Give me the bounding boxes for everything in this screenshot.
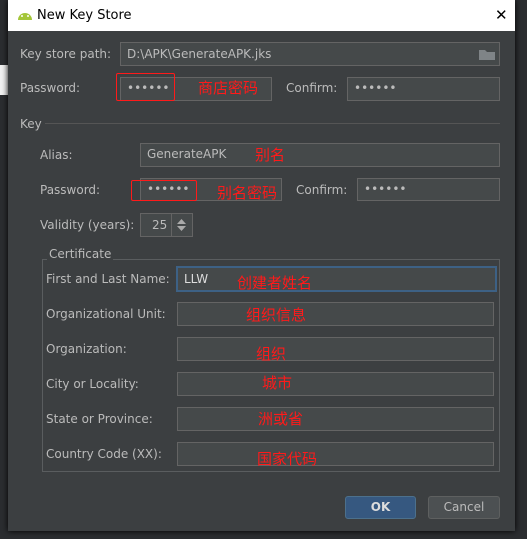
org-unit-label: Organizational Unit: <box>46 307 166 321</box>
country-code-label: Country Code (XX): <box>46 447 162 461</box>
keystore-path-field[interactable]: D:\APK\GenerateAPK.jks <box>120 42 500 66</box>
annotation-state: 洲或省 <box>258 410 304 428</box>
annotation-country: 国家代码 <box>257 450 318 468</box>
keystore-confirm-label: Confirm: <box>286 81 338 95</box>
city-field[interactable] <box>177 372 494 396</box>
annotation-org-unit: 组织信息 <box>246 306 307 324</box>
annotation-box <box>116 73 175 101</box>
keystore-confirm-field[interactable]: •••••• <box>347 77 500 101</box>
org-unit-field[interactable] <box>177 302 494 326</box>
annotation-box <box>131 180 197 201</box>
organization-label: Organization: <box>46 342 127 356</box>
country-code-field[interactable] <box>177 442 494 466</box>
city-label: City or Locality: <box>46 377 139 391</box>
ok-button[interactable]: OK <box>345 496 416 519</box>
annotation-name: 创建者姓名 <box>237 274 313 292</box>
spinner-divider <box>171 214 172 236</box>
dialog-title: New Key Store <box>37 8 132 23</box>
keystore-path-label: Key store path: <box>20 47 112 61</box>
certificate-title: Certificate <box>47 247 114 261</box>
state-label: State or Province: <box>46 412 153 426</box>
annotation-city: 城市 <box>262 374 293 392</box>
state-field[interactable] <box>177 407 494 431</box>
annotation-org: 组织 <box>256 345 287 363</box>
close-icon[interactable]: ✕ <box>495 8 508 23</box>
spinner-arrows-icon[interactable] <box>177 218 186 232</box>
key-password-label: Password: <box>40 183 101 197</box>
key-section-label: Key <box>20 117 42 131</box>
validity-label: Validity (years): <box>40 218 135 232</box>
alias-field[interactable]: GenerateAPK <box>140 143 500 167</box>
organization-field[interactable] <box>177 337 494 361</box>
divider <box>45 123 500 124</box>
folder-icon[interactable] <box>479 48 495 60</box>
keystore-password-label: Password: <box>20 81 81 95</box>
alias-label: Alias: <box>40 148 73 162</box>
first-last-name-field[interactable]: LLW <box>176 266 497 292</box>
annotation-alias-password: 别名密码 <box>217 184 278 202</box>
validity-value: 25 <box>152 218 168 232</box>
key-confirm-field[interactable]: •••••• <box>357 178 500 201</box>
first-last-name-label: First and Last Name: <box>46 272 170 286</box>
keystore-path-value: D:\APK\GenerateAPK.jks <box>127 47 272 61</box>
validity-spinner[interactable]: 25 <box>140 213 193 237</box>
key-confirm-label: Confirm: <box>296 183 348 197</box>
background-window <box>0 65 8 95</box>
annotation-store-password: 商店密码 <box>198 79 259 97</box>
android-icon <box>18 13 32 20</box>
cancel-button[interactable]: Cancel <box>428 496 500 519</box>
annotation-alias: 别名 <box>255 146 286 164</box>
title-bar: New Key Store ✕ <box>8 0 515 31</box>
